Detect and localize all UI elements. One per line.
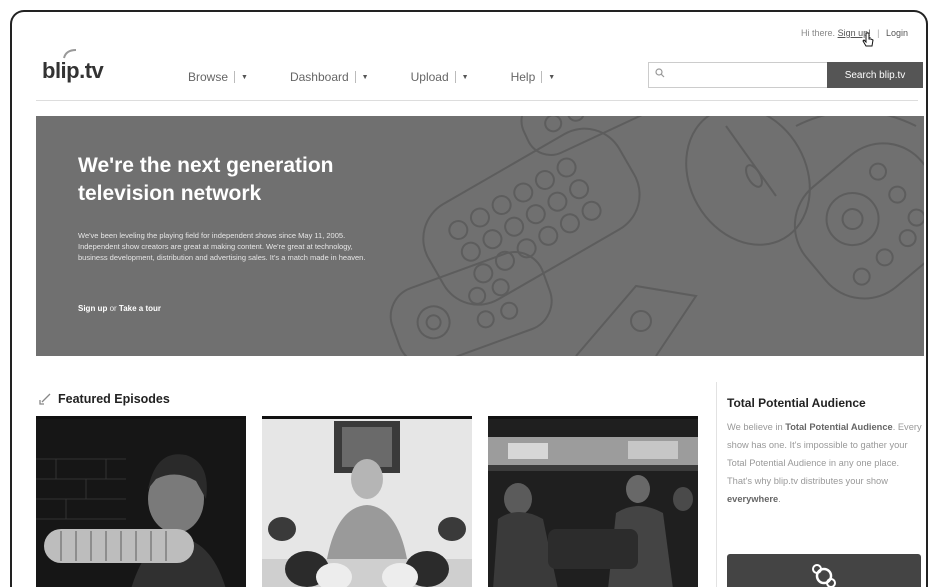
- hero-body: We've been leveling the playing field fo…: [78, 231, 366, 262]
- nav-divider: [354, 71, 356, 83]
- chevron-down-icon[interactable]: ▼: [548, 74, 555, 81]
- site-logo[interactable]: blip.tv: [42, 58, 104, 84]
- nav-upload-label: Upload: [410, 70, 449, 84]
- nav-dashboard[interactable]: Dashboard ▼: [290, 70, 369, 84]
- hero-cta-or: or: [109, 304, 117, 313]
- nav-help-label: Help: [510, 70, 536, 84]
- episode-thumbnail-image: [262, 419, 472, 587]
- total-potential-audience-panel: Total Potential Audience We believe in T…: [716, 382, 923, 587]
- sidebar-text-bold: Total Potential Audience: [785, 422, 893, 432]
- hero-cta: Sign up or Take a tour: [78, 304, 161, 313]
- featured-heading-label: Featured Episodes: [58, 392, 170, 406]
- hero-tour-link[interactable]: Take a tour: [119, 304, 161, 313]
- main-nav: Browse ▼ Dashboard ▼ Upload ▼ Help ▼: [188, 70, 597, 84]
- search-icon: [655, 68, 665, 78]
- sidebar-promo-box[interactable]: [727, 554, 921, 587]
- nav-divider: [234, 71, 236, 83]
- hero-signup-link[interactable]: Sign up: [78, 304, 107, 313]
- nav-divider: [541, 71, 543, 83]
- hero-banner: We're the next generation television net…: [36, 116, 924, 356]
- nav-help[interactable]: Help ▼: [511, 70, 556, 84]
- featured-heading: Featured Episodes: [38, 392, 170, 406]
- chevron-down-icon[interactable]: ▼: [241, 74, 248, 81]
- nav-browse-label: Browse: [188, 70, 229, 84]
- hero-title: We're the next generation television net…: [78, 154, 334, 205]
- episode-thumbnail-image: [36, 419, 246, 587]
- search-input[interactable]: [648, 62, 830, 88]
- login-link[interactable]: Login: [886, 28, 908, 38]
- nav-browse[interactable]: Browse ▼: [188, 70, 248, 84]
- hand-cursor-icon: [862, 32, 874, 47]
- sidebar-text-part: .: [778, 494, 781, 504]
- browser-frame: Hi there. Sign up! | Login blip.tv Brows…: [10, 10, 928, 587]
- nav-upload[interactable]: Upload ▼: [411, 70, 469, 84]
- nav-dashboard-label: Dashboard: [289, 70, 349, 84]
- sidebar-text: We believe in Total Potential Audience. …: [727, 418, 925, 508]
- distribution-icon: [812, 564, 836, 587]
- nav-divider: [454, 71, 456, 83]
- chevron-down-icon[interactable]: ▼: [462, 74, 469, 81]
- arrow-icon: [39, 393, 51, 405]
- account-links: Hi there. Sign up! | Login: [801, 28, 908, 38]
- episode-thumbnail[interactable]: [262, 416, 472, 587]
- account-separator: |: [877, 28, 880, 38]
- chevron-down-icon[interactable]: ▼: [362, 74, 369, 81]
- header-divider: [36, 100, 918, 101]
- sidebar-text-bold: everywhere: [727, 494, 779, 504]
- sidebar-title: Total Potential Audience: [727, 396, 866, 410]
- episode-thumbnail-image: [488, 419, 698, 587]
- episode-thumbnail[interactable]: [36, 416, 246, 587]
- episode-thumbnail[interactable]: [488, 416, 698, 587]
- greeting-text: Hi there.: [801, 28, 836, 38]
- sidebar-text-part: We believe in: [727, 422, 786, 432]
- search-button[interactable]: Search blip.tv: [827, 62, 923, 88]
